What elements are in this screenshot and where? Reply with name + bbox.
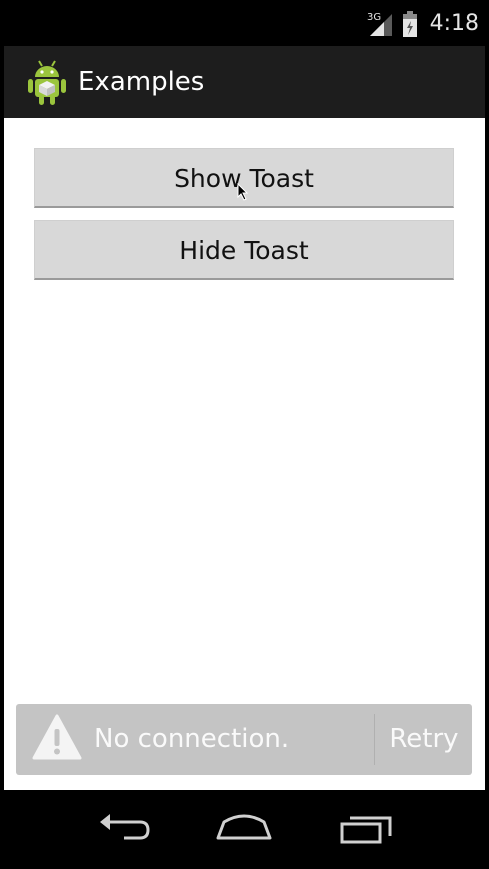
snackbar: No connection. Retry [16, 704, 472, 775]
page-title: Examples [78, 67, 205, 97]
home-icon[interactable] [214, 808, 274, 848]
snackbar-divider [374, 714, 375, 765]
signal-icon: 3G [367, 12, 392, 36]
snackbar-message: No connection. [94, 724, 290, 754]
status-icons: 3G 4:18 [366, 10, 479, 38]
action-bar: Examples [4, 46, 485, 118]
network-type-label: 3G [367, 12, 381, 23]
battery-icon [402, 11, 417, 37]
warning-icon [32, 714, 82, 760]
status-bar: 3G 4:18 [0, 0, 489, 46]
hide-toast-button[interactable]: Hide Toast [34, 220, 454, 280]
status-time: 4:18 [429, 11, 479, 36]
android-icon[interactable] [24, 58, 70, 106]
navigation-bar [0, 790, 489, 869]
back-icon[interactable] [94, 808, 154, 848]
recent-apps-icon[interactable] [336, 808, 396, 848]
retry-button[interactable]: Retry [376, 704, 472, 775]
mouse-cursor-icon [237, 183, 249, 201]
main-content: Show Toast Hide Toast No connection. Ret… [4, 118, 485, 790]
